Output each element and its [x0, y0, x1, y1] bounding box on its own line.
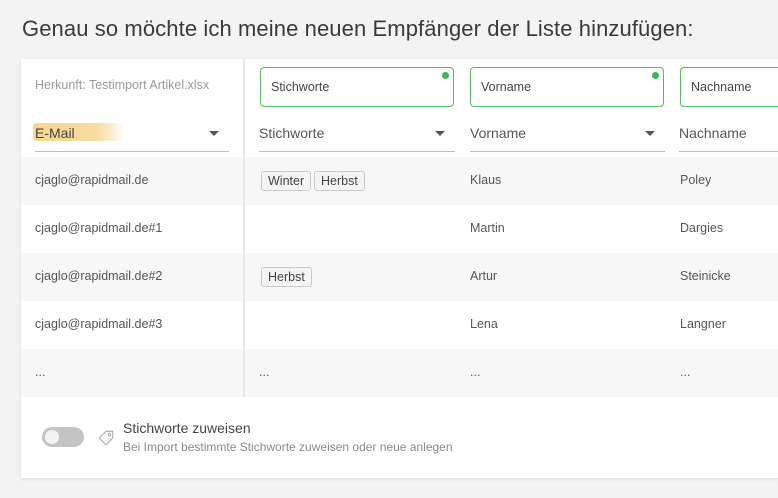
field-name-box-vorname[interactable]: [470, 67, 664, 107]
field-name-box-stichworte[interactable]: [260, 67, 454, 107]
tag-icon: [98, 430, 114, 446]
email-cell: cjaglo@rapidmail.de#2: [35, 269, 163, 283]
page-heading: Genau so möchte ich meine neuen Empfänge…: [22, 16, 694, 41]
vorname-cell: Artur: [470, 269, 498, 283]
email-cell: cjaglo@rapidmail.de: [35, 173, 149, 187]
nachname-cell: Dargies: [680, 221, 724, 235]
nachname-cell: ...: [680, 365, 691, 379]
select-label: E-Mail: [35, 125, 75, 141]
status-dot: [652, 72, 659, 79]
field-name-input-stichworte[interactable]: [261, 68, 453, 106]
field-name-box-nachname[interactable]: [680, 67, 778, 107]
chevron-down-icon: [645, 131, 655, 136]
keyword-cell: ...: [259, 365, 270, 379]
origin-label: Herkunft: Testimport Artikel.xlsx: [35, 78, 210, 92]
import-mapping-card: Herkunft: Testimport Artikel.xlsx E-Mail…: [21, 59, 778, 478]
row-band: [21, 349, 778, 397]
keyword-tag: Herbst: [314, 171, 365, 191]
column-select-nachname[interactable]: Nachname: [679, 116, 778, 152]
nachname-cell: Langner: [680, 317, 726, 331]
vorname-cell: ...: [470, 365, 481, 379]
email-cell: ...: [35, 365, 46, 379]
chevron-down-icon: [209, 131, 219, 136]
select-label: Vorname: [470, 125, 527, 141]
email-cell: cjaglo@rapidmail.de#1: [35, 221, 163, 235]
vorname-cell: Lena: [470, 317, 498, 331]
chevron-down-icon: [435, 131, 445, 136]
vorname-cell: Martin: [470, 221, 505, 235]
assign-keywords-title: Stichworte zuweisen: [123, 420, 251, 436]
nachname-cell: Steinicke: [680, 269, 731, 283]
nachname-cell: Poley: [680, 173, 712, 187]
keyword-tag: Winter: [261, 171, 312, 191]
column-select-email[interactable]: E-Mail: [33, 116, 229, 152]
column-select-vorname[interactable]: Vorname: [470, 116, 665, 152]
column-select-stichworte[interactable]: Stichworte: [259, 116, 455, 152]
field-name-input-vorname[interactable]: [471, 68, 663, 106]
column-divider: [243, 59, 245, 397]
email-cell: cjaglo@rapidmail.de#3: [35, 317, 163, 331]
select-label: Stichworte: [259, 125, 325, 141]
keyword-tag: Herbst: [261, 267, 312, 287]
toggle-knob: [45, 430, 59, 444]
field-name-input-nachname[interactable]: [681, 68, 778, 106]
assign-keywords-toggle[interactable]: [42, 427, 84, 447]
assign-keywords-subtitle: Bei Import bestimmte Stichworte zuweisen…: [123, 440, 453, 454]
vorname-cell: Klaus: [470, 173, 502, 187]
status-dot: [442, 72, 449, 79]
select-label: Nachname: [679, 125, 747, 141]
